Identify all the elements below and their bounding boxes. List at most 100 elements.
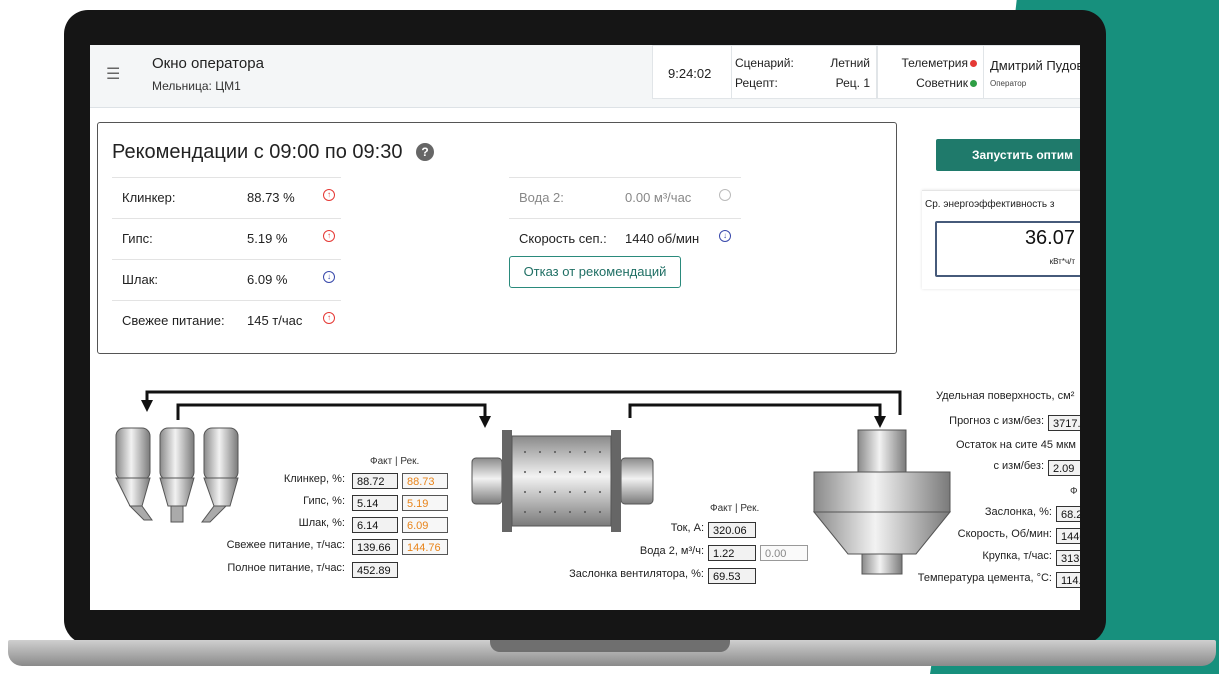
feed-fact: 6.14: [352, 517, 398, 533]
separator-header: Ф: [1070, 486, 1078, 497]
telemetry-status: Телеметрия: [901, 56, 977, 70]
arrow-down-icon: [874, 416, 886, 428]
advisor-dot-icon: [970, 80, 977, 88]
rec-row-water: Вода 2: 0.00 м³/час: [509, 177, 741, 218]
separator-label: Скорость, Об/мин:: [957, 528, 1052, 540]
scenario-panel: Сценарий: Летний Рецепт: Рец. 1: [731, 45, 877, 99]
arrow-down-icon: ↓: [323, 271, 335, 283]
clock-panel: 9:24:02: [652, 45, 732, 99]
arrow-up-icon: ↑: [323, 189, 335, 201]
mill-fact: 320.06: [708, 522, 756, 538]
advisor-label: Советник: [916, 76, 968, 90]
separator-label: Крупка, т/час:: [982, 550, 1052, 562]
feed-header: Факт | Рек.: [370, 456, 420, 467]
separator-label: Температура цемента, °С:: [917, 572, 1052, 584]
arrow-down-icon: [479, 416, 491, 428]
scenario-value[interactable]: Летний: [830, 56, 870, 70]
arrow-down-icon: ↓: [719, 230, 731, 242]
app-screen: ☰ Окно оператора Мельница: ЦМ1 9:24:02 С…: [90, 45, 1080, 610]
separator-fact: 1440: [1056, 528, 1080, 544]
user-role: Оператор: [990, 79, 1027, 88]
mill-label: Ток, А:: [670, 522, 704, 534]
mill-header: Факт | Рек.: [710, 503, 760, 514]
energy-unit: кВт*ч/т: [1049, 257, 1075, 266]
rec-label: Клинкер:: [122, 190, 176, 205]
arrow-up-icon: ↑: [323, 230, 335, 242]
rec-value: 145 т/час: [247, 313, 303, 328]
recipe-label: Рецепт:: [735, 76, 778, 90]
feed-fact: 452.89: [352, 562, 398, 578]
menu-icon[interactable]: ☰: [106, 64, 120, 84]
rec-label: Вода 2:: [519, 190, 564, 205]
user-panel[interactable]: Дмитрий Пудов Оператор: [983, 45, 1080, 99]
rec-label: Гипс:: [122, 231, 153, 246]
hopper-slag: [201, 427, 239, 523]
energy-title: Ср. энергоэффективность з: [925, 199, 1055, 210]
telemetry-dot-icon: [970, 60, 977, 68]
feed-rec: 5.19: [402, 495, 448, 511]
forecast-value: 3717.6: [1048, 415, 1080, 431]
rec-row-sep-speed: Скорость сеп.: 1440 об/мин ↓: [509, 218, 741, 259]
hopper-gypsum: [159, 427, 195, 523]
ball-mill: [471, 430, 654, 532]
clock-time: 9:24:02: [668, 66, 712, 81]
advisor-status: Советник: [916, 76, 977, 90]
rec-label: Шлак:: [122, 272, 159, 287]
energy-card: Ср. энергоэффективность з 36.07 кВт*ч/т: [922, 190, 1080, 289]
rec-label: Скорость сеп.:: [519, 231, 607, 246]
recipe-value[interactable]: Рец. 1: [836, 76, 870, 90]
feed-fact: 139.66: [352, 539, 398, 555]
rec-row-gypsum: Гипс: 5.19 % ↑: [112, 218, 341, 259]
residue-value: 2.09: [1048, 460, 1080, 476]
status-panel: Телеметрия Советник: [877, 45, 984, 99]
feed-line: [176, 403, 487, 420]
mill-fact: 1.22: [708, 545, 756, 561]
help-icon[interactable]: ?: [416, 143, 434, 161]
rec-value: 6.09 %: [247, 272, 288, 287]
residue-title: Остаток на сите 45 мкм: [956, 439, 1076, 451]
feed-label: Гипс, %:: [303, 495, 345, 507]
residue-label: с изм/без:: [993, 460, 1044, 472]
rec-value: 5.19 %: [247, 231, 288, 246]
feed-fact: 5.14: [352, 495, 398, 511]
recommendations-card: Рекомендации с 09:00 по 09:30 ? Клинкер:…: [97, 122, 897, 354]
process-schema: Факт | Рек. Клинкер, %: 88.72 88.73 Гипс…: [90, 360, 1080, 610]
surface-title: Удельная поверхность, см²: [936, 390, 1075, 402]
mill-label: Вода 2, м³/ч:: [639, 545, 704, 557]
feed-label: Клинкер, %:: [283, 473, 345, 485]
separator: [812, 429, 952, 575]
rec-value: 88.73 %: [247, 190, 295, 205]
rec-value: 0.00 м³/час: [625, 190, 692, 205]
feed-label: Шлак, %:: [298, 517, 345, 529]
mill-rec: 0.00: [760, 545, 808, 561]
energy-box: 36.07 кВт*ч/т: [935, 221, 1080, 277]
arrow-down-icon: [141, 400, 153, 412]
rec-label: Свежее питание:: [122, 313, 225, 328]
feed-label: Свежее питание, т/час:: [226, 539, 345, 551]
rec-row-slag: Шлак: 6.09 % ↓: [112, 259, 341, 300]
user-name: Дмитрий Пудов: [990, 58, 1080, 73]
feed-label: Полное питание, т/час:: [227, 562, 345, 574]
rec-row-fresh-feed: Свежее питание: 145 т/час ↑: [112, 300, 341, 341]
energy-value: 36.07: [1024, 227, 1075, 249]
rec-row-clinker: Клинкер: 88.73 % ↑: [112, 177, 341, 218]
mill-name: Мельница: ЦМ1: [152, 79, 241, 93]
separator-fact: 68.2: [1056, 506, 1080, 522]
separator-fact: 114.: [1056, 572, 1080, 588]
arrow-up-icon: ↑: [323, 312, 335, 324]
neutral-circle-icon: [719, 189, 731, 201]
mill-fact: 69.53: [708, 568, 756, 584]
reject-recommendations-button[interactable]: Отказ от рекомендаций: [509, 256, 681, 288]
laptop-notch: [490, 640, 730, 652]
feed-rec: 144.76: [402, 539, 448, 555]
feed-fact: 88.72: [352, 473, 398, 489]
start-optimization-button[interactable]: Запустить оптим: [936, 139, 1080, 171]
separator-label: Заслонка, %:: [984, 506, 1052, 518]
top-bar: ☰ Окно оператора Мельница: ЦМ1 9:24:02 С…: [90, 45, 1080, 108]
mill-label: Заслонка вентилятора, %:: [569, 568, 704, 580]
page-title: Окно оператора: [152, 55, 264, 72]
telemetry-label: Телеметрия: [901, 56, 968, 70]
recommendations-title: Рекомендации с 09:00 по 09:30: [112, 141, 403, 163]
rec-value: 1440 об/мин: [625, 231, 700, 246]
scenario-label: Сценарий:: [735, 56, 794, 70]
